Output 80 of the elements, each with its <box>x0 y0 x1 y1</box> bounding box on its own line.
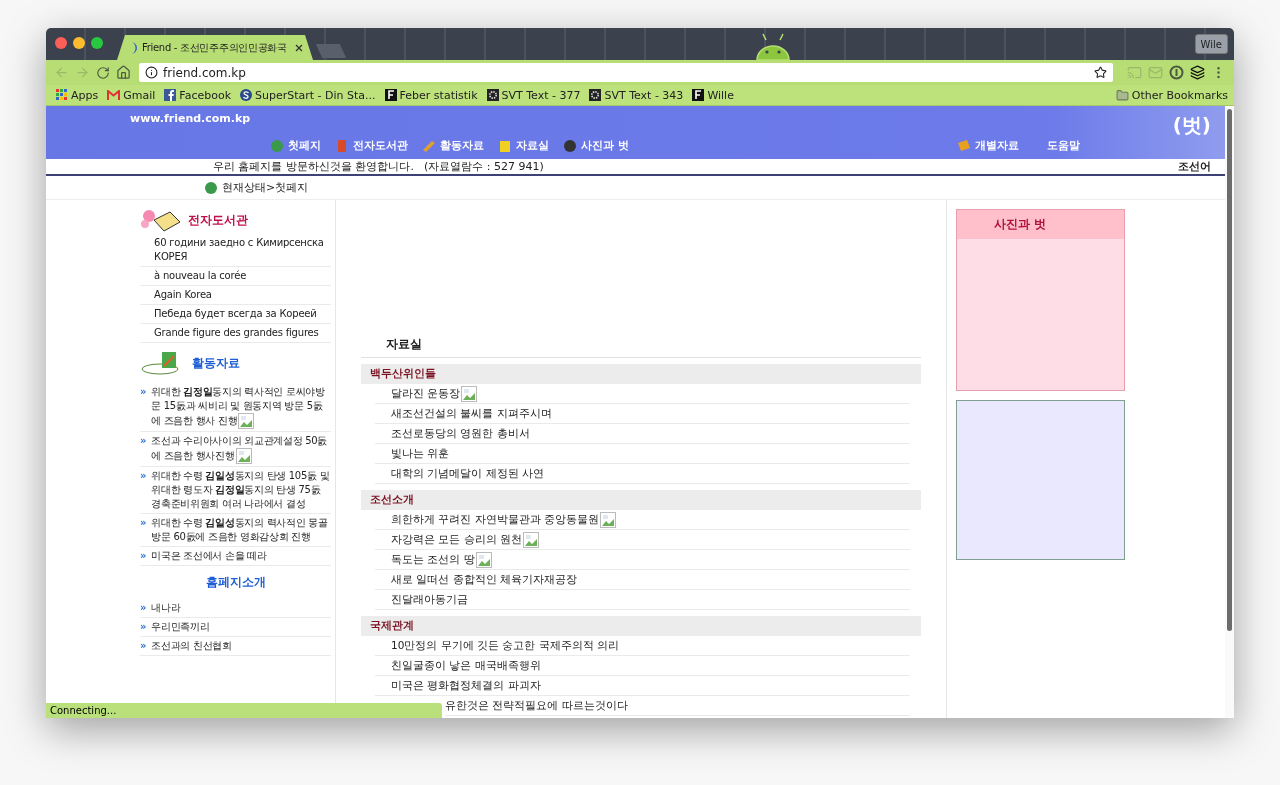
facebook-icon <box>164 89 177 101</box>
scrollbar-thumb[interactable] <box>1227 109 1232 631</box>
breadcrumb: 현재상태>첫페지 <box>222 180 309 195</box>
other-bookmarks-link[interactable]: Other Bookmarks <box>1115 88 1228 102</box>
nav-link[interactable]: 도움말 <box>1047 139 1080 153</box>
section-title: 전자도서관 <box>188 211 248 229</box>
close-window-button[interactable] <box>55 37 67 49</box>
browser-tab[interactable]: Friend - 조선민주주의인민공화국 <box>117 35 313 60</box>
mail-icon <box>107 90 121 100</box>
activity-link[interactable]: » 미국은 조선에서 손을 떼라 <box>140 547 331 566</box>
profile-button[interactable]: Wile <box>1194 34 1228 54</box>
article-link[interactable]: 자강력은 모든 승리의 원천 <box>375 530 910 550</box>
bookmark-link[interactable]: SVT Text - 377 <box>486 88 581 102</box>
activity-link[interactable]: » 위대한 김정일동지의 력사적인 로씨야방문 15돐과 씨비리 및 원동지역 방문 5돐에 즈음한 행사 진행 <box>140 383 331 432</box>
site-link[interactable]: » 내나라 <box>140 599 331 618</box>
article-link[interactable]: 독도는 조선의 땅 <box>375 550 910 570</box>
article-link[interactable]: 달라진 운동장 <box>375 384 910 404</box>
article-link[interactable]: 미국은 평화협정체결의 파괴자 <box>375 676 910 696</box>
library-link[interactable]: Again Korea <box>140 286 331 305</box>
library-link[interactable]: Пебеда будет всегда за Кореей <box>140 305 331 324</box>
language-link[interactable]: 조선어 <box>1178 159 1211 174</box>
library-link[interactable]: Grande figure des grandes figures <box>140 324 331 343</box>
activity-link[interactable]: » 위대한 수령 김일성동지의 탄생 105돐 및 위대한 령도자 김정일동지의 탄생 75돐 경축준비위원회 여러 나라에서 결성 <box>140 467 331 514</box>
site-logo: (벗) <box>1172 112 1211 139</box>
category-header: 조선소개 <box>361 490 921 510</box>
library-link[interactable]: à nouveau la corée <box>140 267 331 286</box>
article-link[interactable]: 진달래아동기금 <box>375 590 910 610</box>
circle-extension-icon[interactable] <box>1169 65 1184 80</box>
bookmark-link[interactable]: Wille <box>692 88 734 102</box>
f-logo-icon <box>384 89 397 101</box>
minimize-window-button[interactable] <box>73 37 85 49</box>
article-link[interactable]: 조선로동당의 영원한 총비서 <box>375 424 910 444</box>
info-icon <box>145 66 158 79</box>
section-title: 활동자료 <box>192 354 240 372</box>
tab-title: Friend - 조선민주주의인민공화국 <box>142 40 288 55</box>
apps-grid-icon <box>56 89 68 101</box>
article-link[interactable]: 빛나는 위훈 <box>375 444 910 464</box>
article-link[interactable]: 새조선건설의 불씨를 지펴주시며 <box>375 404 910 424</box>
activity-link[interactable]: » 조선과 수리아사이의 외교관계설정 50돐에 즈음한 행사진행 <box>140 432 331 467</box>
panel-title: 사진과 벗 <box>957 210 1124 239</box>
site-link[interactable]: » 우리민족끼리 <box>140 618 331 637</box>
gear-icon <box>486 89 499 101</box>
category-header: 국제관계 <box>361 616 921 636</box>
section-title: 홈페지소개 <box>205 574 266 591</box>
nav-link[interactable]: 활동자료 <box>422 139 484 153</box>
activity-link[interactable]: » 위대한 수령 김일성동지의 력사적인 몽골방문 60돐에 즈음한 영화감상회 진행 <box>140 514 331 547</box>
nav-link[interactable]: 전자도서관 <box>335 139 408 153</box>
welcome-message: 우리 홈페지를 방문하신것을 환영합니다. <box>213 159 414 174</box>
library-link[interactable]: 60 години заедно с Кимирсенска КОРЕЯ <box>140 234 331 267</box>
nav-link[interactable]: 개별자료 <box>957 139 1019 153</box>
layers-icon[interactable] <box>1190 65 1205 80</box>
f-logo-icon <box>692 89 705 101</box>
status-bar: Connecting... <box>46 703 442 718</box>
article-link[interactable]: 유한것은 전략적필요에 따르는것이다 <box>445 696 910 716</box>
s-logo-icon <box>240 89 252 101</box>
bookmark-link[interactable]: Gmail <box>107 88 156 102</box>
site-domain: www.friend.com.kp <box>130 112 251 125</box>
site-link[interactable]: » 조선과의 친선협회 <box>140 637 331 656</box>
gear-icon <box>589 89 602 101</box>
nav-link[interactable]: 첫페지 <box>270 139 321 153</box>
address-bar[interactable]: friend.com.kp <box>139 63 1113 82</box>
article-link[interactable]: 10만정의 무기에 깃든 숭고한 국제주의적 의리 <box>375 636 910 656</box>
zoom-window-button[interactable] <box>91 37 103 49</box>
close-icon[interactable] <box>295 43 303 52</box>
article-link[interactable]: 친일굴종이 낳은 매국배족행위 <box>375 656 910 676</box>
bookmark-star-icon[interactable] <box>1094 66 1107 79</box>
article-link[interactable]: 새로 일떠선 종합적인 체육기자재공장 <box>375 570 910 590</box>
reload-icon[interactable] <box>96 65 110 80</box>
visit-counter: (자료열람수 : 527 941) <box>424 159 544 174</box>
article-link[interactable]: 대학의 기념메달이 제정된 사연 <box>375 464 910 484</box>
bookmark-link[interactable]: Feber statistik <box>384 88 478 102</box>
section-title: 자료실 <box>361 336 921 358</box>
category-header: 백두산위인들 <box>361 364 921 384</box>
nav-link[interactable]: 사진과 벗 <box>563 139 629 153</box>
bookmark-link[interactable]: SVT Text - 343 <box>589 88 684 102</box>
article-link[interactable]: 희한하게 꾸려진 자연박물관과 중앙동물원 <box>375 510 910 530</box>
bookmark-link[interactable]: SuperStart - Din Sta... <box>240 88 376 102</box>
bookmark-link[interactable]: Facebook <box>164 88 231 102</box>
nav-link[interactable]: 자료실 <box>498 139 549 153</box>
bookmark-link[interactable]: Apps <box>56 88 99 102</box>
